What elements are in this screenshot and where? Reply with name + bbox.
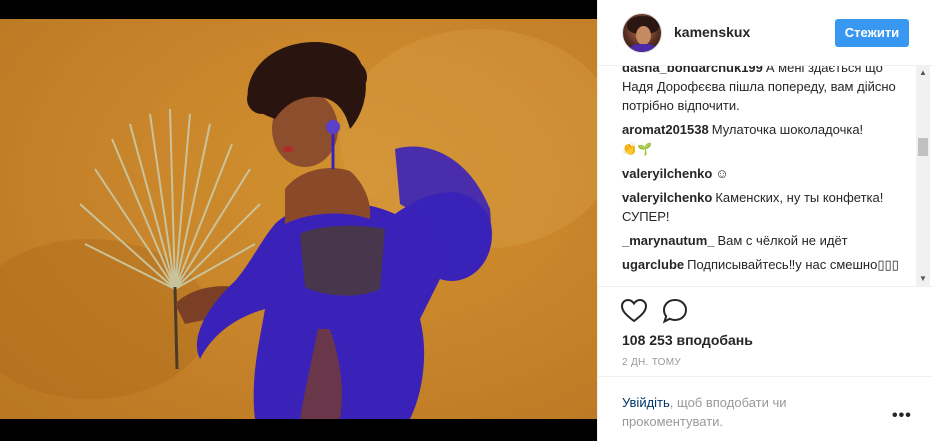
comment-item: aromat201538 Мулаточка шоколадочка! 👏🌱 [622, 120, 908, 159]
avatar[interactable] [622, 13, 662, 53]
comment-item: dasha_bondarchuk199 А мені здається що На… [622, 66, 908, 115]
post-timestamp[interactable]: 2 дн. тому [622, 357, 681, 368]
follow-button[interactable]: Стежити [835, 19, 909, 47]
photo-illustration [0, 19, 597, 419]
comments-scrollbar[interactable]: ▲ ▼ [916, 66, 930, 286]
post-footer: Увійдіть, щоб вподобати чи прокоментуват… [598, 376, 932, 441]
comment-emoji: 👏🌱 [622, 142, 652, 156]
comment-username[interactable]: dasha_bondarchuk199 [622, 66, 763, 75]
post-header: kamenskux Стежити [598, 0, 932, 66]
comment-bubble-icon[interactable] [661, 297, 689, 325]
more-options-icon[interactable]: ••• [892, 407, 912, 425]
comment-text: Мулаточка шоколадочка! [711, 122, 864, 137]
comment-text: ☺ [715, 166, 729, 181]
login-prompt: Увійдіть, щоб вподобати чи прокоментуват… [622, 393, 852, 431]
comment-username[interactable]: valeryilchenko [622, 166, 712, 181]
comment-text: Подписывайтесь‼у нас смешно▯▯▯ [687, 257, 899, 272]
comment-item: _marynautum_ Вам с чёлкой не идёт [622, 231, 908, 250]
heart-icon[interactable] [620, 297, 648, 325]
comment-username[interactable]: aromat201538 [622, 122, 709, 137]
scroll-thumb[interactable] [918, 138, 928, 156]
post-photo[interactable] [0, 19, 597, 419]
comments-list[interactable]: dasha_bondarchuk199 А мені здається що На… [598, 66, 932, 286]
likes-count[interactable]: 108 253 вподобань [622, 332, 753, 348]
username-link[interactable]: kamenskux [674, 24, 750, 40]
photo-pane [0, 0, 597, 441]
comment-item: ugarclube Подписывайтесь‼у нас смешно▯▯▯ [622, 255, 908, 274]
scroll-down-arrow-icon[interactable]: ▼ [916, 272, 930, 286]
comment-username[interactable]: _marynautum_ [622, 233, 714, 248]
post-side-panel: kamenskux Стежити dasha_bondarchuk199 А м… [597, 0, 932, 441]
comment-username[interactable]: ugarclube [622, 257, 684, 272]
comment-username[interactable]: valeryilchenko [622, 190, 712, 205]
scroll-up-arrow-icon[interactable]: ▲ [916, 66, 930, 80]
login-link[interactable]: Увійдіть [622, 395, 670, 410]
comment-item: valeryilchenko Каменских, ну ты конфетка!… [622, 188, 908, 226]
post-actions: 108 253 вподобань 2 дн. тому [598, 286, 932, 376]
comment-item: valeryilchenko ☺ [622, 164, 908, 183]
comment-text: Вам с чёлкой не идёт [717, 233, 848, 248]
